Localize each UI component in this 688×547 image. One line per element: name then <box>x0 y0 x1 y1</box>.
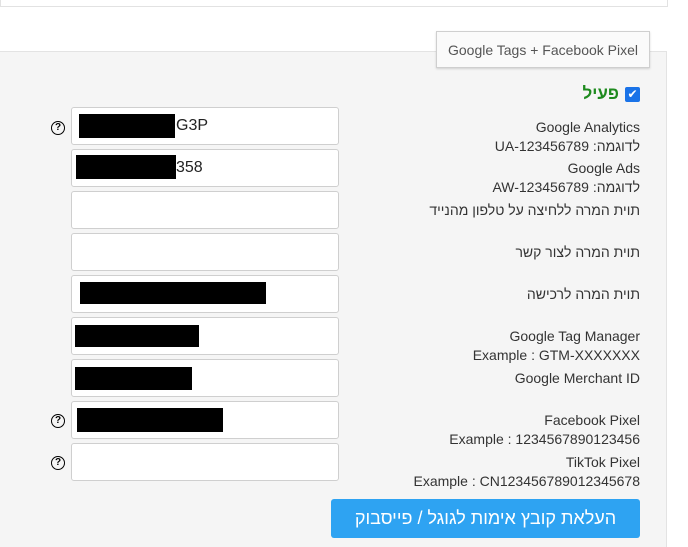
row-title: Facebook Pixel <box>544 412 640 428</box>
row-title: Google Merchant ID <box>514 370 640 386</box>
contact-conversion-input[interactable] <box>71 233 339 271</box>
row-title: Google Ads <box>567 160 640 176</box>
redaction-bar <box>75 325 199 347</box>
row-title: תוית המרה לרכישה <box>526 286 640 302</box>
label-contact-conversion: תוית המרה לצור קשר <box>515 243 640 262</box>
active-toggle-row[interactable]: פעיל ✔ <box>583 84 640 104</box>
redaction-bar <box>75 367 192 390</box>
field-visible-text: 358 <box>176 159 203 176</box>
upload-verification-file-button[interactable]: העלאת קובץ אימות לגוגל / פייסבוק <box>331 499 640 538</box>
question-circle-icon[interactable]: ? <box>51 121 65 135</box>
row-example: לדוגמה: AW-123456789 <box>492 179 640 195</box>
row-example: לדוגמה: UA-123456789 <box>494 138 640 154</box>
label-phone-conversion: תוית המרה ללחיצה על טלפון מהנייד <box>429 201 640 220</box>
field-visible-text: G3P <box>176 117 209 134</box>
question-circle-icon[interactable]: ? <box>51 456 65 470</box>
section-tab-title: Google Tags + Facebook Pixel <box>436 31 650 68</box>
redaction-bar <box>76 155 176 179</box>
label-google-tag-manager: Google Tag Manager Example : GTM-XXXXXXX <box>473 327 640 365</box>
row-title: Google Tag Manager <box>509 328 641 344</box>
row-title: תוית המרה ללחיצה על טלפון מהנייד <box>429 202 640 218</box>
active-checkbox[interactable]: ✔ <box>625 86 640 102</box>
redaction-bar <box>77 408 223 432</box>
phone-conversion-input[interactable] <box>71 191 339 229</box>
row-title: תוית המרה לצור קשר <box>515 244 640 260</box>
label-google-analytics: Google Analytics לדוגמה: UA-123456789 <box>495 118 640 156</box>
top-panel <box>0 0 668 7</box>
tiktok-pixel-input[interactable] <box>71 443 339 481</box>
label-google-ads: Google Ads לדוגמה: AW-123456789 <box>492 159 640 197</box>
row-example: Example : 1234567890123456 <box>449 431 640 447</box>
label-purchase-conversion: תוית המרה לרכישה <box>527 285 640 304</box>
redaction-bar <box>79 114 175 138</box>
row-title: TikTok Pixel <box>565 454 640 470</box>
row-example: Example : CN123456789012345678 <box>413 473 640 489</box>
question-circle-icon[interactable]: ? <box>51 414 65 428</box>
row-title: Google Analytics <box>535 119 640 135</box>
active-label: פעיל <box>582 84 619 103</box>
label-tiktok-pixel: TikTok Pixel Example : CN123456789012345… <box>413 453 640 491</box>
row-example: Example : GTM-XXXXXXX <box>472 347 640 363</box>
redaction-bar <box>80 282 266 304</box>
label-facebook-pixel: Facebook Pixel Example : 123456789012345… <box>449 411 640 449</box>
label-google-merchant-id: Google Merchant ID <box>515 369 640 388</box>
